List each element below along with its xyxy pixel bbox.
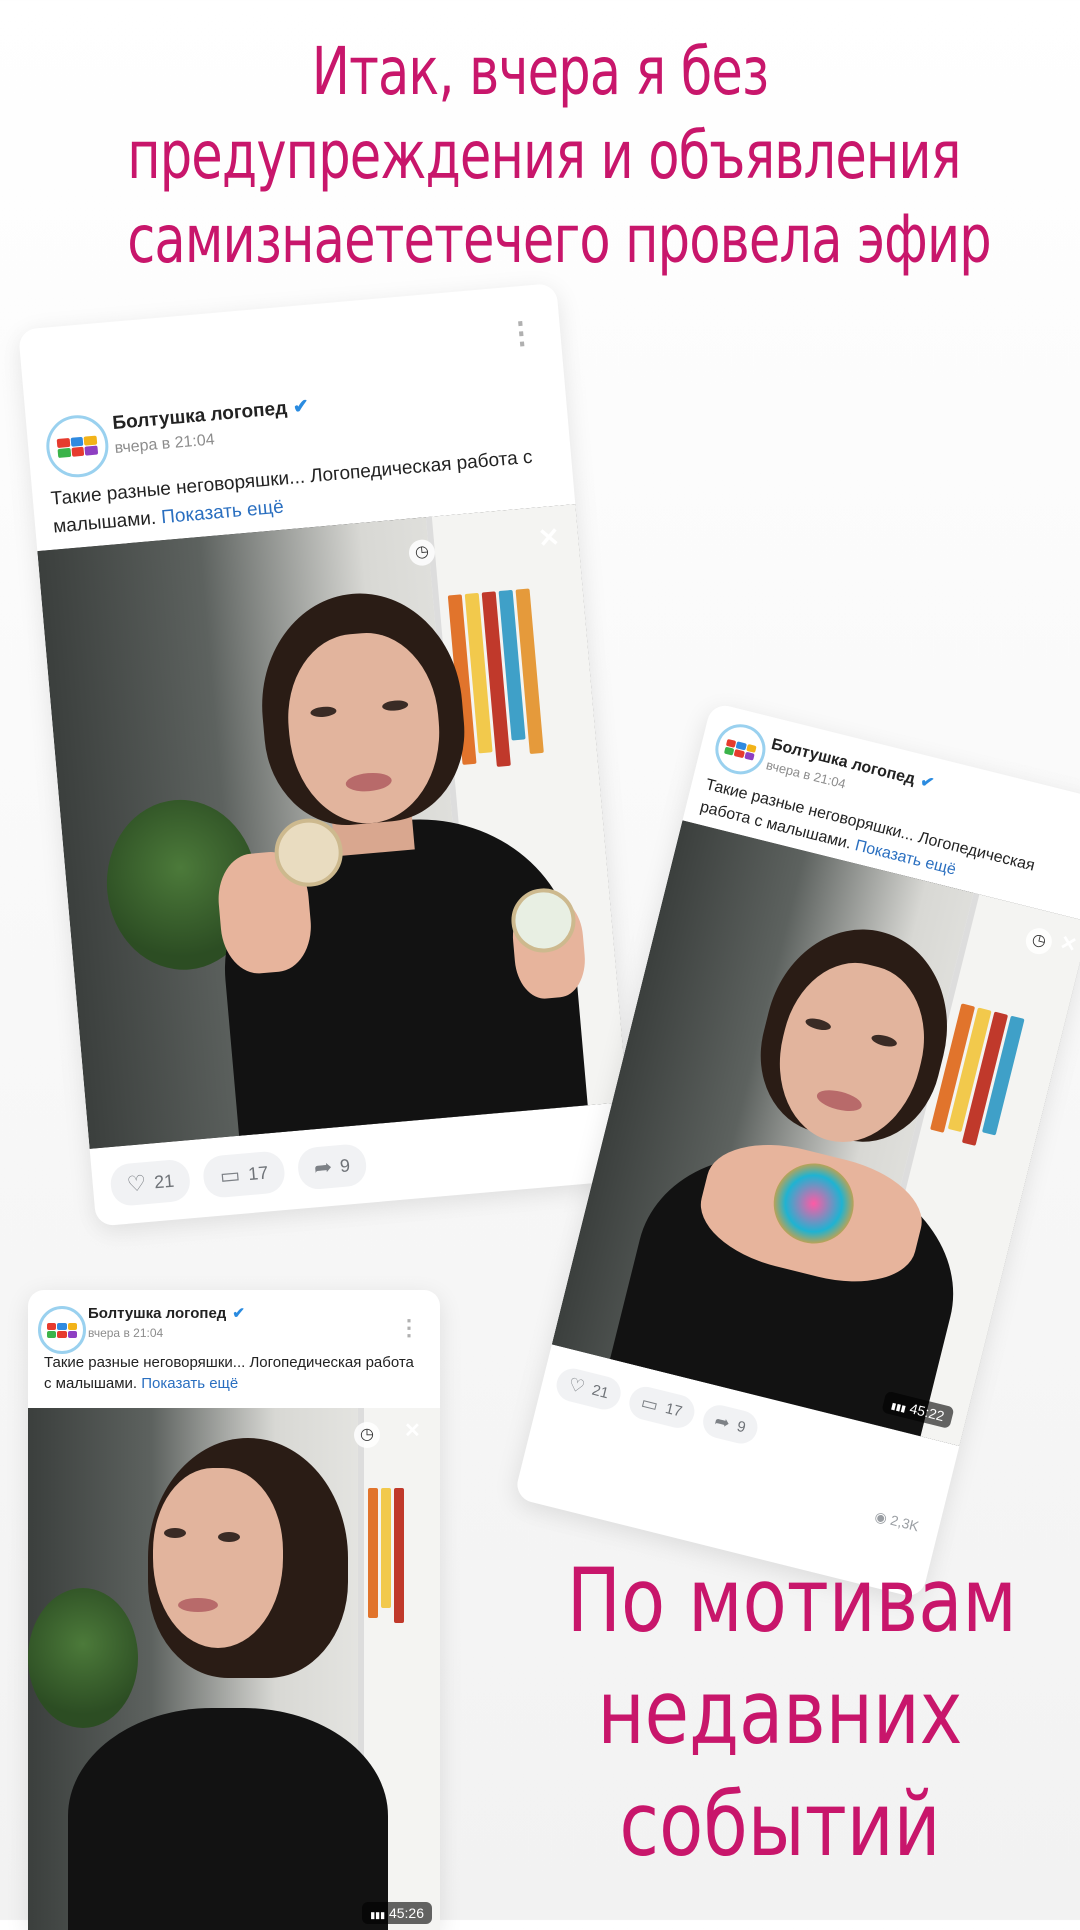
mute-icon[interactable]: ✕ bbox=[404, 1418, 421, 1443]
share-icon: ➦ bbox=[712, 1410, 732, 1434]
share-button[interactable]: ➦ 9 bbox=[296, 1142, 368, 1191]
footer-caption: По мотивам недавних событий bbox=[566, 1545, 1017, 1881]
video-player[interactable]: ◷ ✕ bbox=[37, 504, 628, 1149]
share-count: 9 bbox=[735, 1417, 748, 1437]
share-icon: ➦ bbox=[312, 1153, 334, 1181]
like-button[interactable]: ♡ 21 bbox=[553, 1365, 624, 1413]
share-button[interactable]: ➦ 9 bbox=[699, 1401, 761, 1448]
post-card-1[interactable]: Болтушка логопед ✔ вчера в 21:04 ⋮ Такие … bbox=[18, 282, 635, 1227]
post-text: Такие разные неговоряшки... Логопедическ… bbox=[44, 1354, 414, 1392]
books bbox=[368, 1488, 404, 1628]
comment-count: 17 bbox=[247, 1161, 270, 1184]
verified-icon: ✔ bbox=[292, 395, 310, 419]
like-button[interactable]: ♡ 21 bbox=[109, 1158, 192, 1208]
comment-icon: ▭ bbox=[639, 1392, 661, 1416]
post-time: вчера в 21:04 bbox=[88, 1326, 164, 1340]
footer-line-1: По мотивам bbox=[566, 1549, 1017, 1652]
show-more-link[interactable]: Показать ещё bbox=[160, 497, 284, 529]
comment-count: 17 bbox=[663, 1400, 684, 1421]
headline: Итак, вчера я без предупреждения и объяв… bbox=[127, 30, 991, 282]
person-body bbox=[68, 1708, 388, 1930]
person-face bbox=[153, 1468, 283, 1648]
headline-line-3: самизнаететечего провела эфир bbox=[127, 201, 991, 278]
heart-icon: ♡ bbox=[125, 1170, 148, 1197]
avatar[interactable] bbox=[710, 718, 771, 780]
video-player[interactable]: ◷ ✕ ▮▮▮ 45:26 bbox=[28, 1408, 440, 1930]
author-name[interactable]: Болтушка логопед ✔ bbox=[88, 1304, 245, 1322]
show-more-link[interactable]: Показать ещё bbox=[141, 1375, 238, 1392]
avatar[interactable] bbox=[43, 412, 111, 480]
post-card-3[interactable]: Болтушка логопед ✔ вчера в 21:04 ⋮ Такие … bbox=[28, 1290, 440, 1930]
comment-button[interactable]: ▭ 17 bbox=[625, 1383, 698, 1432]
bars-icon: ▮▮▮ bbox=[370, 1910, 386, 1920]
clock-icon[interactable]: ◷ bbox=[354, 1422, 380, 1448]
logo-icon bbox=[47, 1322, 77, 1338]
view-count: ◉ 2,3K bbox=[873, 1507, 921, 1535]
logo-icon bbox=[723, 738, 758, 761]
avatar[interactable] bbox=[38, 1306, 86, 1354]
post-time: вчера в 21:04 bbox=[113, 431, 216, 457]
comment-button[interactable]: ▭ 17 bbox=[202, 1150, 286, 1199]
more-icon[interactable]: ⋮ bbox=[398, 1317, 420, 1339]
post-actions: ♡ 21 ▭ 17 ➦ 9 bbox=[109, 1142, 368, 1208]
person-eye-left bbox=[164, 1528, 186, 1538]
footer-line-3: событий bbox=[619, 1773, 941, 1876]
bars-icon: ▮▮▮ bbox=[890, 1400, 908, 1414]
more-icon[interactable]: ⋮ bbox=[505, 316, 538, 351]
mute-icon[interactable]: ✕ bbox=[537, 522, 561, 555]
share-count: 9 bbox=[339, 1154, 351, 1176]
comment-icon: ▭ bbox=[218, 1161, 242, 1189]
like-count: 21 bbox=[590, 1381, 611, 1403]
eye-icon: ◉ bbox=[873, 1507, 889, 1527]
person-lips bbox=[178, 1598, 218, 1612]
video-player[interactable]: ◷ ✕ ▮▮▮ 45:22 bbox=[551, 820, 1080, 1446]
heart-icon: ♡ bbox=[566, 1373, 587, 1398]
author-name[interactable]: Болтушка логопед ✔ bbox=[112, 395, 310, 435]
plant bbox=[28, 1588, 138, 1728]
person-eye-right bbox=[218, 1532, 240, 1542]
headline-line-1: Итак, вчера я без bbox=[311, 33, 769, 110]
video-duration: ▮▮▮ 45:26 bbox=[362, 1902, 432, 1924]
verified-icon: ✔ bbox=[232, 1305, 245, 1322]
footer-line-2: недавних bbox=[597, 1661, 963, 1764]
headline-line-2: предупреждения и объявления bbox=[127, 117, 961, 194]
verified-icon: ✔ bbox=[918, 773, 936, 793]
like-count: 21 bbox=[153, 1170, 175, 1192]
logo-icon bbox=[57, 435, 98, 458]
